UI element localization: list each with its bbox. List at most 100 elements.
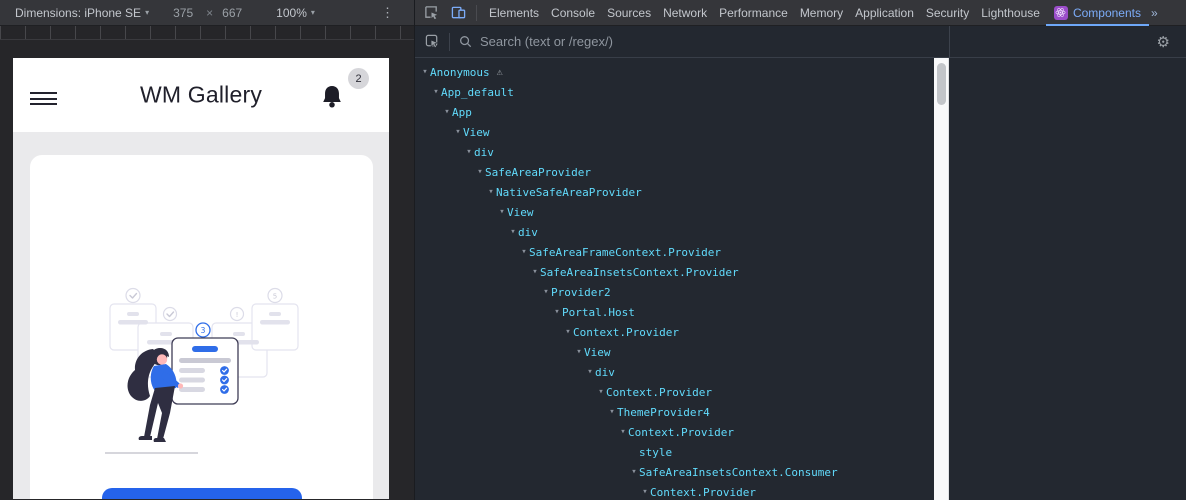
expander-caret-icon[interactable]: ▾ (420, 67, 430, 77)
component-name: Provider2 (551, 286, 611, 299)
tab-security[interactable]: Security (920, 0, 975, 26)
tree-row[interactable]: ▾View (415, 122, 934, 142)
tree-row[interactable]: ▾NativeSafeAreaProvider (415, 182, 934, 202)
tab-network[interactable]: Network (657, 0, 713, 26)
toolbar-divider (449, 33, 450, 51)
expander-caret-icon[interactable]: ▾ (618, 427, 628, 437)
gear-icon[interactable]: ⚙ (1157, 33, 1170, 51)
inspect-element-icon[interactable] (423, 5, 439, 21)
components-search-input[interactable] (480, 34, 1157, 49)
expander-caret-icon[interactable]: ▾ (497, 207, 507, 217)
tab-components[interactable]: Components (1046, 0, 1149, 26)
component-name: Context.Provider (573, 326, 679, 339)
pick-element-icon[interactable] (424, 34, 440, 50)
tree-row[interactable]: ▾SafeAreaFrameContext.Provider (415, 242, 934, 262)
device-toolbar: Dimensions: iPhone SE ▾ 375 × 667 100% ▾… (0, 0, 414, 26)
expander-caret-icon[interactable]: ▾ (442, 107, 452, 117)
primary-cta-button[interactable] (102, 488, 302, 499)
tab-performance[interactable]: Performance (713, 0, 794, 26)
tree-row[interactable]: ▾Context.Provider (415, 382, 934, 402)
device-dimensions-select[interactable]: Dimensions: iPhone SE (15, 6, 141, 20)
component-name: Context.Provider (606, 386, 712, 399)
expander-caret-icon[interactable]: ▾ (453, 127, 463, 137)
tab-elements[interactable]: Elements (483, 0, 545, 26)
tab-sources[interactable]: Sources (601, 0, 657, 26)
components-panel-body: ▾Anonymous⚠▾App_default▾App▾View▾div▾Saf… (415, 58, 1186, 500)
device-width-field[interactable]: 375 (173, 6, 193, 20)
tree-row[interactable]: ▾SafeAreaProvider (415, 162, 934, 182)
expander-caret-icon[interactable]: ▾ (475, 167, 485, 177)
component-name: View (507, 206, 534, 219)
expander-caret-icon[interactable]: ▾ (585, 367, 595, 377)
screen: Dimensions: iPhone SE ▾ 375 × 667 100% ▾… (0, 0, 1186, 500)
expander-caret-icon[interactable]: ▾ (629, 467, 639, 477)
tree-row[interactable]: ▾div (415, 222, 934, 242)
tree-row[interactable]: ▾Provider2 (415, 282, 934, 302)
chevron-down-icon: ▾ (145, 8, 149, 17)
app-body: ! 5 3 (13, 132, 389, 499)
more-options-icon[interactable]: ⋮ (381, 5, 394, 21)
empty-state-illustration: ! 5 3 (100, 287, 300, 457)
tab-console[interactable]: Console (545, 0, 601, 26)
tree-row[interactable]: ▾Context.Provider (415, 322, 934, 342)
expander-caret-icon[interactable]: ▾ (464, 147, 474, 157)
tree-row[interactable]: style (415, 442, 934, 462)
tree-row[interactable]: ▾App_default (415, 82, 934, 102)
tree-row[interactable]: ▾View (415, 202, 934, 222)
svg-text:3: 3 (201, 326, 206, 335)
tree-row[interactable]: ▾ThemeProvider4 (415, 402, 934, 422)
component-name: App_default (441, 86, 514, 99)
tree-row[interactable]: ▾SafeAreaInsetsContext.Provider (415, 262, 934, 282)
expander-caret-icon[interactable]: ▾ (530, 267, 540, 277)
tree-scrollbar[interactable] (934, 58, 949, 500)
svg-text:!: ! (236, 311, 239, 319)
hamburger-menu-icon[interactable] (30, 92, 57, 105)
device-stage: WM Gallery 2 (0, 40, 414, 499)
component-name: NativeSafeAreaProvider (496, 186, 642, 199)
expander-caret-icon[interactable]: ▾ (640, 487, 650, 497)
tab-application[interactable]: Application (849, 0, 920, 26)
expander-caret-icon[interactable]: ▾ (574, 347, 584, 357)
component-name: Context.Provider (628, 426, 734, 439)
more-tabs-icon[interactable]: » (1151, 6, 1158, 20)
tree-row[interactable]: ▾Anonymous ⚠ (415, 62, 934, 82)
component-name: ThemeProvider4 (617, 406, 710, 419)
expander-caret-icon[interactable]: ▾ (552, 307, 562, 317)
expander-caret-icon[interactable]: ▾ (541, 287, 551, 297)
device-height-field[interactable]: 667 (222, 6, 242, 20)
toggle-device-toolbar-icon[interactable] (450, 5, 466, 21)
tree-row[interactable]: ▾Context.Provider (415, 482, 934, 500)
expander-caret-icon[interactable]: ▾ (486, 187, 496, 197)
tab-memory[interactable]: Memory (794, 0, 849, 26)
expander-caret-icon[interactable]: ▾ (431, 87, 441, 97)
tree-row[interactable]: ▾Portal.Host (415, 302, 934, 322)
component-tree: ▾Anonymous⚠▾App_default▾App▾View▾div▾Saf… (415, 58, 934, 500)
devtools-pane: ElementsConsoleSourcesNetworkPerformance… (414, 0, 1186, 500)
expander-caret-icon[interactable]: ▾ (563, 327, 573, 337)
expander-caret-icon[interactable]: ▾ (519, 247, 529, 257)
component-name: SafeAreaInsetsContext.Consumer (639, 466, 838, 479)
tree-row[interactable]: ▾View (415, 342, 934, 362)
component-name: View (584, 346, 611, 359)
component-name: SafeAreaFrameContext.Provider (529, 246, 721, 259)
warning-icon: ⚠ (497, 67, 503, 78)
tree-row[interactable]: ▾div (415, 362, 934, 382)
component-name: Context.Provider (650, 486, 756, 499)
app-header: WM Gallery 2 (13, 58, 389, 132)
tree-row[interactable]: ▾App (415, 102, 934, 122)
notification-bell-icon[interactable] (321, 84, 343, 110)
tab-lighthouse[interactable]: Lighthouse (975, 0, 1046, 26)
emulated-viewport: WM Gallery 2 (13, 58, 389, 499)
scrollbar-thumb[interactable] (937, 63, 946, 105)
expander-caret-icon[interactable]: ▾ (596, 387, 606, 397)
expander-caret-icon[interactable]: ▾ (607, 407, 617, 417)
device-zoom-select[interactable]: 100% (276, 6, 307, 20)
tree-row[interactable]: ▾div (415, 142, 934, 162)
expander-caret-icon[interactable]: ▾ (508, 227, 518, 237)
toolbar-divider (476, 5, 477, 21)
component-name: div (595, 366, 615, 379)
component-name: Anonymous (430, 66, 490, 79)
tree-row[interactable]: ▾Context.Provider (415, 422, 934, 442)
tree-row[interactable]: ▾SafeAreaInsetsContext.Consumer (415, 462, 934, 482)
notification-badge: 2 (348, 68, 369, 89)
